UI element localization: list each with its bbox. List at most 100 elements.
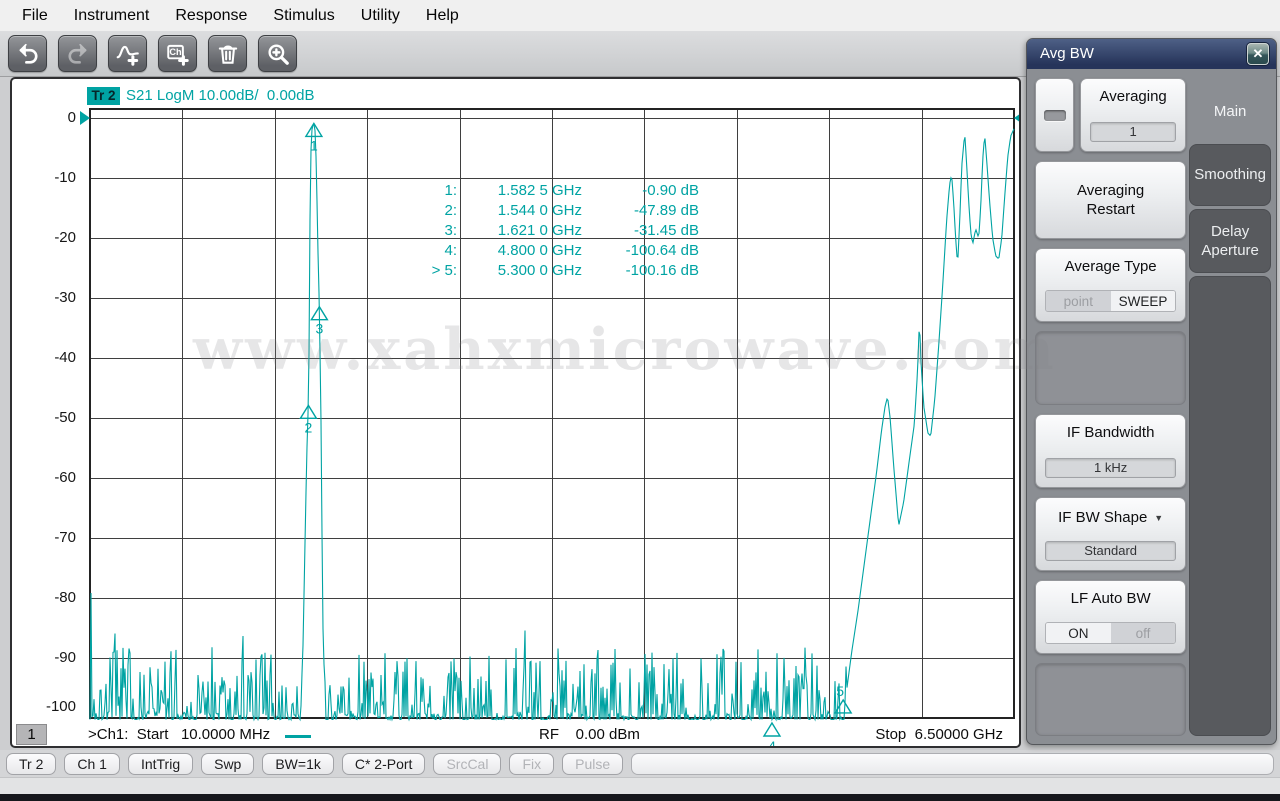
- panel-title: Avg BW ✕: [1027, 39, 1276, 69]
- svg-text:4: 4: [768, 738, 776, 748]
- lf-auto-bw-on-option[interactable]: ON: [1046, 623, 1111, 643]
- trace-marker-1[interactable]: 1: [304, 122, 324, 153]
- close-icon[interactable]: ✕: [1247, 43, 1269, 65]
- svg-text:1: 1: [310, 137, 318, 153]
- marker-row-val: -47.89 dB: [633, 202, 699, 219]
- average-type-sweep-option[interactable]: SWEEP: [1110, 291, 1176, 311]
- window-bottom-edge: [0, 794, 1280, 801]
- marker-row-freq: 1.621 0 GHz: [497, 222, 582, 239]
- redo-button: [58, 35, 97, 72]
- marker-row-freq: 4.800 0 GHz: [497, 242, 582, 259]
- panel-tabs-column: Main Smoothing Delay Aperture: [1189, 78, 1271, 736]
- y-tick-label: 0: [67, 109, 76, 126]
- svg-text:Ch: Ch: [169, 47, 182, 57]
- redo-icon: [67, 43, 86, 64]
- y-tick-label: -60: [54, 469, 76, 486]
- menu-item-file[interactable]: File: [9, 0, 61, 31]
- averaging-toggle-button[interactable]: [1035, 78, 1074, 152]
- average-type-toggle: point SWEEP: [1045, 290, 1177, 312]
- svg-text:5: 5: [836, 683, 844, 699]
- y-tick-label: -10: [54, 169, 76, 186]
- averaging-restart-button[interactable]: Averaging Restart: [1035, 161, 1187, 239]
- svg-text:3: 3: [315, 321, 323, 337]
- status-bar: Tr 2 Ch 1 IntTrig Swp BW=1k C* 2-Port SrcCal Fi…: [0, 750, 1280, 777]
- marker-table: 1: 1.582 5 GHz -0.90 dB 2: 1.544 0 GHz -47.89…: [397, 181, 699, 281]
- lf-auto-bw-off-option[interactable]: off: [1110, 623, 1176, 643]
- svg-text:2: 2: [305, 419, 313, 435]
- menu-item-utility[interactable]: Utility: [348, 0, 413, 31]
- lf-auto-bw-button[interactable]: LF Auto BW ON off: [1035, 580, 1187, 654]
- y-tick-label: -40: [54, 349, 76, 366]
- if-bw-shape-button[interactable]: IF BW Shape ▼ Standard: [1035, 497, 1187, 571]
- avg-bw-panel: Avg BW ✕ Averaging 1 Averaging Restart A…: [1026, 38, 1277, 745]
- add-trace-button[interactable]: [108, 35, 147, 72]
- ref-level-left-icon: [80, 111, 90, 125]
- status-button-tr-2[interactable]: Tr 2: [6, 752, 57, 775]
- zoom-in-button[interactable]: [258, 35, 297, 72]
- ref-level-right-icon: [1014, 114, 1019, 122]
- empty-button-slot: [1035, 663, 1187, 736]
- add-channel-button[interactable]: Ch: [158, 35, 197, 72]
- delete-button[interactable]: [208, 35, 247, 72]
- plot-panel: 1 2 3 4 5 Tr 2 S21 LogM 10.00dB/ 0.00dB 1: 1.…: [10, 77, 1021, 748]
- lf-auto-bw-toggle: ON off: [1045, 622, 1177, 644]
- lf-auto-bw-label: LF Auto BW: [1070, 590, 1151, 607]
- average-type-label: Average Type: [1064, 258, 1157, 275]
- average-type-button[interactable]: Average Type point SWEEP: [1035, 248, 1187, 322]
- menu-item-stimulus[interactable]: Stimulus: [260, 0, 347, 31]
- status-button-bw-1k[interactable]: BW=1k: [262, 752, 334, 775]
- y-tick-label: -70: [54, 529, 76, 546]
- add-channel-icon: Ch: [166, 44, 189, 66]
- tab-smoothing[interactable]: Smoothing: [1189, 144, 1271, 206]
- trace-header: S21 LogM 10.00dB/ 0.00dB: [126, 87, 315, 104]
- rf-power-label[interactable]: RF 0.00 dBm: [539, 726, 640, 743]
- marker-row-freq: 5.300 0 GHz: [497, 262, 582, 279]
- trace-color-swatch: [285, 735, 311, 738]
- undo-button[interactable]: [8, 35, 47, 72]
- menu-item-instrument[interactable]: Instrument: [61, 0, 163, 31]
- tab-main[interactable]: Main: [1189, 78, 1271, 144]
- menu-bar: File Instrument Response Stimulus Utility Hel…: [0, 0, 1280, 31]
- y-tick-label: -50: [54, 409, 76, 426]
- plot-area[interactable]: 1 2 3 4 5: [12, 79, 1021, 748]
- marker-row-n: 2:: [444, 202, 457, 219]
- averaging-label: Averaging: [1099, 88, 1167, 105]
- undo-icon: [19, 43, 38, 64]
- y-tick-label: -80: [54, 589, 76, 606]
- panel-buttons-column: Averaging 1 Averaging Restart Average Ty…: [1035, 78, 1187, 736]
- empty-button-slot: [1035, 331, 1187, 405]
- trace-marker-4[interactable]: 4: [762, 721, 782, 748]
- if-bandwidth-button[interactable]: IF Bandwidth 1 kHz: [1035, 414, 1187, 488]
- if-bw-shape-header: IF BW Shape ▼: [1036, 509, 1185, 526]
- trace-marker-5[interactable]: 5: [833, 683, 853, 714]
- status-button-fix: Fix: [509, 752, 555, 775]
- tab-delay-aperture[interactable]: Delay Aperture: [1189, 209, 1271, 273]
- status-strip: [0, 777, 1280, 794]
- average-type-point-option[interactable]: point: [1046, 291, 1111, 311]
- panel-body: Averaging 1 Averaging Restart Average Ty…: [1027, 69, 1276, 744]
- averaging-row: Averaging 1: [1035, 78, 1187, 152]
- channel-badge[interactable]: 1: [16, 724, 47, 745]
- status-button-inttrig[interactable]: IntTrig: [127, 752, 194, 775]
- menu-item-help[interactable]: Help: [413, 0, 472, 31]
- trace-badge[interactable]: Tr 2: [87, 87, 120, 105]
- y-tick-label: -30: [54, 289, 76, 306]
- y-tick-label: -90: [54, 649, 76, 666]
- zoom-in-icon: [267, 43, 289, 65]
- if-bandwidth-label: IF Bandwidth: [1066, 424, 1155, 441]
- status-button-srccal: SrcCal: [433, 752, 502, 775]
- status-button-swp[interactable]: Swp: [201, 752, 255, 775]
- status-button-c-2-port[interactable]: C* 2-Port: [341, 752, 426, 775]
- status-button-ch-1[interactable]: Ch 1: [64, 752, 120, 775]
- averaging-button[interactable]: Averaging 1: [1080, 78, 1187, 152]
- if-bw-shape-value: Standard: [1045, 541, 1177, 561]
- stimulus-start-label[interactable]: >Ch1: Start 10.0000 MHz: [88, 726, 270, 743]
- y-tick-label: -20: [54, 229, 76, 246]
- marker-row-n: 1:: [444, 182, 457, 199]
- menu-item-response[interactable]: Response: [162, 0, 260, 31]
- tab-column-filler: [1189, 276, 1271, 736]
- y-tick-label: -100: [45, 698, 76, 715]
- marker-row-n: 4:: [444, 242, 457, 259]
- stimulus-stop-label[interactable]: Stop 6.50000 GHz: [875, 726, 1003, 743]
- marker-row-n: 3:: [444, 222, 457, 239]
